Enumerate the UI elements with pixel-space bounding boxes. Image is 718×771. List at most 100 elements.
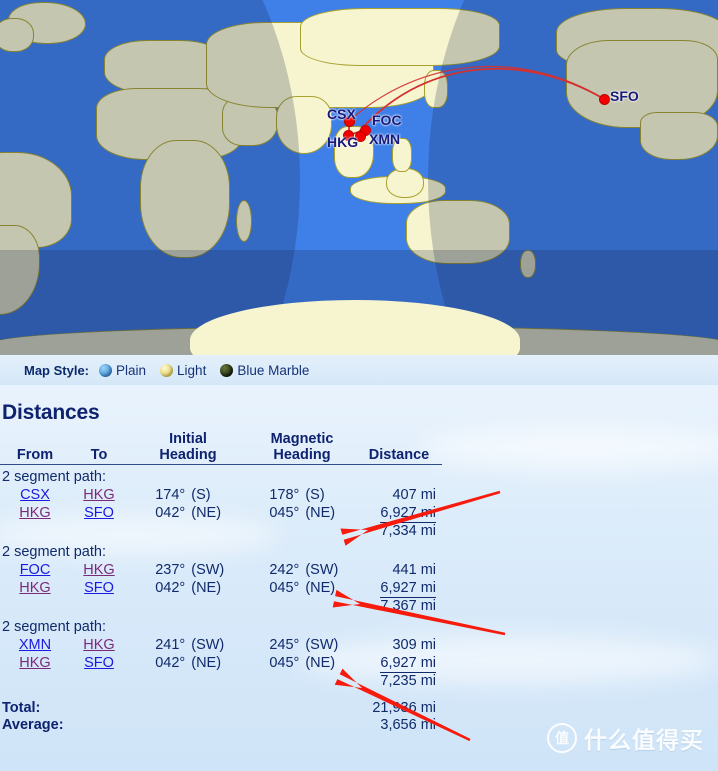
initial-heading-direction: (S) [191,487,211,504]
average-row: Average: 3,656 mi [0,717,442,734]
column-header-magnetic-heading: Magnetic Heading [248,431,356,466]
initial-heading-direction: (SW) [191,562,225,579]
map-style-toolbar[interactable]: Map Style: Plain Light Blue Marble [0,355,718,385]
table-row: CSX HKG 174° (S) 178° (S) 407 mi [0,486,442,504]
path-label-row: 2 segment path: [0,465,442,487]
magnetic-heading-direction: (SW) [305,562,339,579]
magnetic-heading-direction: (S) [305,487,325,504]
airport-from-hkg-link[interactable]: HKG [19,505,50,521]
magnetic-heading-direction: (NE) [305,505,336,522]
city-label-csx: CSX [327,106,356,122]
path-label-row: 2 segment path: [0,540,442,561]
path-subtotal-row: 7,334 mi [0,522,442,540]
magnetic-heading-degrees: 178° [269,487,300,504]
flight-route-arc [348,65,605,136]
initial-heading-degrees: 042° [155,505,186,522]
segment-distance: 441 mi [392,562,436,579]
map-style-blue-marble-label: Blue Marble [237,362,310,378]
path-label-row: 2 segment path: [0,615,442,636]
magnetic-heading-degrees: 045° [269,505,300,522]
airport-from-hkg[interactable]: HKG [0,504,70,522]
path-subtotal-row: 7,367 mi [0,597,442,615]
magnetic-heading-degrees: 242° [269,562,300,579]
initial-heading-degrees: 241° [155,637,186,654]
total-label: Total: [2,700,41,717]
watermark-text: 什么值得买 [584,728,704,754]
cloud-wisp-2 [420,425,718,471]
average-spacer [187,717,356,734]
city-label-xmn: XMN [369,131,401,147]
initial-heading-direction: (NE) [191,655,222,672]
distances-panel: Distances From To Initial Heading Magnet… [0,385,718,771]
distances-table-body: 2 segment path: CSX HKG 174° (S) 178° (S) 407 m… [0,465,442,735]
column-header-initial-heading: Initial Heading [128,431,248,466]
airport-to-sfo-link[interactable]: SFO [84,655,114,671]
magnetic-heading-degrees: 245° [269,637,300,654]
page-title: Distances [2,401,100,424]
initial-heading-degrees: 174° [155,487,186,504]
airport-from-hkg-link[interactable]: HKG [19,655,50,671]
table-row: HKG SFO 042° (NE) 045° (NE) 6,927 mi [0,654,442,674]
airport-from-csx[interactable]: CSX [0,486,70,504]
column-header-initial-line2: Heading [159,446,217,463]
table-row: FOC HKG 237° (SW) 242° (SW) 441 mi [0,561,442,579]
map-style-label: Map Style: [24,362,90,378]
airport-to-hkg[interactable]: HKG [70,561,128,579]
segment-distance-value: 6,927 mi [380,655,436,674]
airport-from-hkg-link[interactable]: HKG [19,580,50,596]
airport-to-sfo-link[interactable]: SFO [84,580,114,596]
airport-from-foc[interactable]: FOC [0,561,70,579]
city-marker-sfo[interactable] [600,95,609,104]
airport-to-hkg-link[interactable]: HKG [83,637,114,653]
initial-heading-degrees: 237° [155,562,186,579]
average-label: Average: [2,717,64,734]
initial-heading-direction: (NE) [191,580,222,597]
magnetic-heading-direction: (NE) [305,580,336,597]
average-value: 3,656 mi [380,717,436,734]
airport-to-sfo[interactable]: SFO [70,654,128,672]
map-style-option-blue-marble[interactable]: Blue Marble [220,363,309,378]
path-subtotal-value: 7,235 mi [380,673,436,690]
city-label-sfo: SFO [610,88,639,104]
watermark: 值 什么值得买 [547,721,704,755]
airport-from-csx-link[interactable]: CSX [20,487,50,503]
magnetic-heading-direction: (SW) [305,637,339,654]
airport-from-hkg[interactable]: HKG [0,654,70,672]
path-label: 2 segment path: [2,544,106,561]
table-row: HKG SFO 042° (NE) 045° (NE) 6,927 mi [0,579,442,599]
segment-distance: 6,927 mi [356,654,442,674]
airport-from-xmn-link[interactable]: XMN [19,637,51,653]
segment-distance: 6,927 mi [356,504,442,524]
map-style-option-plain[interactable]: Plain [99,363,146,378]
airport-to-hkg[interactable]: HKG [70,636,128,654]
segment-distance: 407 mi [392,487,436,504]
airport-to-sfo[interactable]: SFO [70,504,128,522]
airport-to-hkg-link[interactable]: HKG [83,487,114,503]
world-map[interactable]: CSX FOC XMN HKG SFO [0,0,718,355]
magnetic-heading-degrees: 045° [269,655,300,672]
table-header-row: From To Initial Heading Magnetic Heading… [0,431,442,466]
city-label-hkg: HKG [327,134,359,150]
airport-from-foc-link[interactable]: FOC [20,562,51,578]
initial-heading-degrees: 042° [155,655,186,672]
watermark-badge-icon: 值 [547,723,577,753]
airport-to-sfo-link[interactable]: SFO [84,505,114,521]
column-header-magnetic-line1: Magnetic [270,431,334,447]
airport-from-hkg[interactable]: HKG [0,579,70,597]
airport-from-xmn[interactable]: XMN [0,636,70,654]
map-style-light-label: Light [177,362,207,378]
map-style-option-light[interactable]: Light [160,363,206,378]
airport-to-sfo[interactable]: SFO [70,579,128,597]
magnetic-heading-degrees: 045° [269,580,300,597]
path-subtotal-value: 7,334 mi [380,523,436,540]
segment-distance-value: 6,927 mi [380,580,436,599]
total-row: Total: 21,936 mi [0,690,442,717]
column-header-magnetic-line2: Heading [273,446,331,463]
column-header-from: From [0,432,70,466]
airport-to-hkg[interactable]: HKG [70,486,128,504]
segment-distance: 309 mi [392,637,436,654]
column-header-initial-line1: Initial [169,431,207,447]
initial-heading-degrees: 042° [155,580,186,597]
table-row: HKG SFO 042° (NE) 045° (NE) 6,927 mi [0,504,442,524]
airport-to-hkg-link[interactable]: HKG [83,562,114,578]
